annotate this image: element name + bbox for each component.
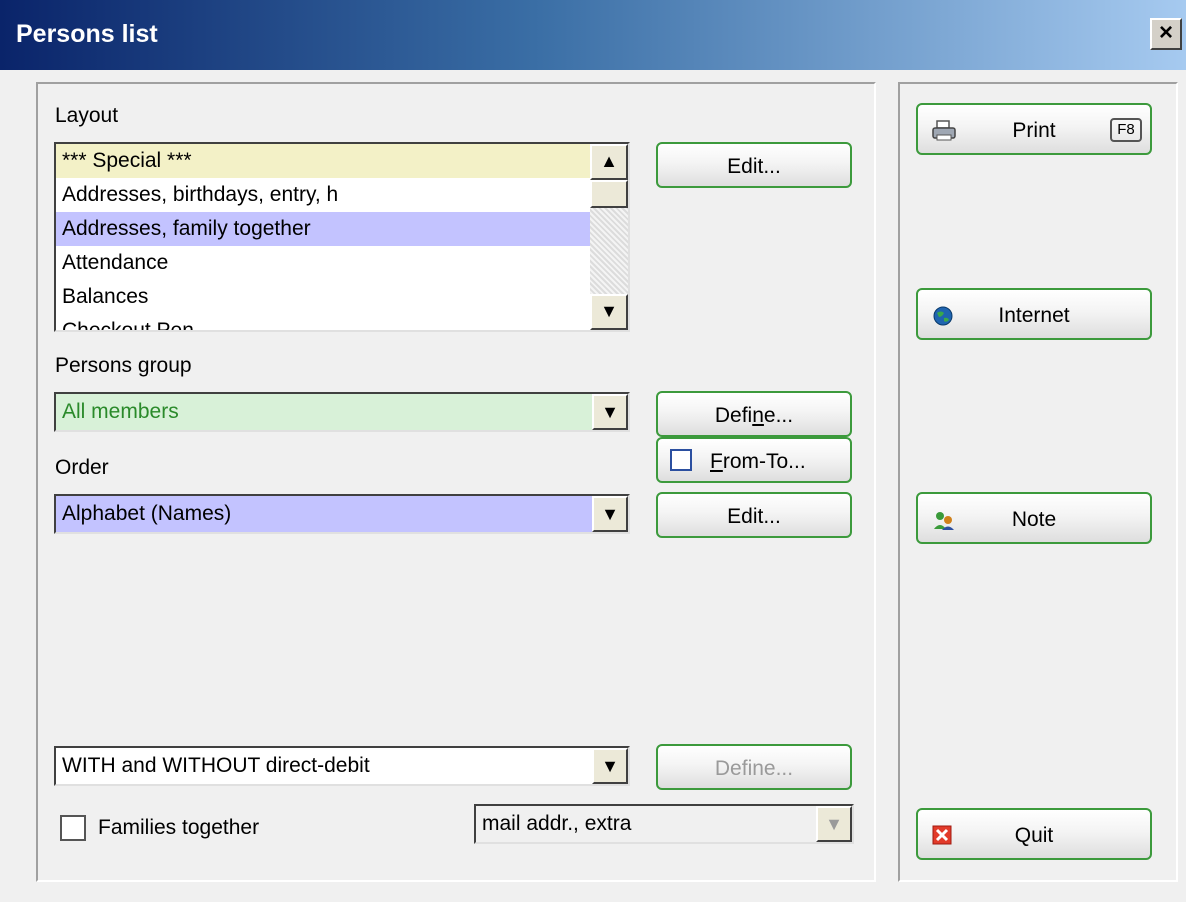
list-item[interactable]: Attendance bbox=[56, 246, 590, 280]
print-shortcut: F8 bbox=[1110, 118, 1142, 142]
scroll-down-button[interactable]: ▼ bbox=[590, 294, 628, 330]
chevron-down-icon: ▼ bbox=[825, 814, 843, 834]
persons-group-select[interactable]: All members ▼ bbox=[54, 392, 630, 432]
define-label: Define... bbox=[658, 404, 850, 428]
persons-group-label-rest: roup bbox=[149, 354, 192, 377]
direct-debit-value: WITH and WITHOUT direct-debit bbox=[62, 754, 370, 777]
chevron-down-icon: ▼ bbox=[601, 756, 619, 776]
persons-group-label: Persons group bbox=[55, 354, 192, 378]
from-to-label: From-To... bbox=[710, 450, 806, 474]
note-button[interactable]: Note bbox=[916, 492, 1152, 544]
mail-address-dropdown-button[interactable]: ▼ bbox=[816, 806, 852, 842]
persons-group-label-text: Persons bbox=[55, 354, 138, 377]
mail-address-select[interactable]: mail addr., extra ▼ bbox=[474, 804, 854, 844]
persons-group-accel: g bbox=[137, 354, 150, 377]
side-panel bbox=[898, 82, 1178, 882]
internet-label: Internet bbox=[998, 304, 1070, 327]
window-title: Persons list bbox=[16, 20, 158, 48]
order-dropdown-button[interactable]: ▼ bbox=[592, 496, 628, 532]
order-edit-button[interactable]: Edit... bbox=[656, 492, 852, 538]
mail-address-value: mail addr., extra bbox=[482, 812, 632, 835]
title-bar: Persons list × bbox=[0, 0, 1186, 70]
close-button[interactable]: × bbox=[1150, 18, 1182, 50]
define-text-rest: e... bbox=[763, 404, 794, 427]
scroll-up-button[interactable]: ▲ bbox=[590, 144, 628, 180]
define-accel: n bbox=[752, 404, 764, 427]
direct-debit-dropdown-button[interactable]: ▼ bbox=[592, 748, 628, 784]
persons-group-dropdown-button[interactable]: ▼ bbox=[592, 394, 628, 430]
direct-debit-select[interactable]: WITH and WITHOUT direct-debit ▼ bbox=[54, 746, 630, 786]
layout-label: Layout bbox=[55, 104, 119, 127]
list-item[interactable]: *** Special *** bbox=[56, 144, 590, 178]
order-edit-label: Edit... bbox=[727, 505, 781, 528]
persons-group-value: All members bbox=[62, 400, 179, 423]
note-label: Note bbox=[1011, 508, 1057, 531]
order-select[interactable]: Alphabet (Names) ▼ bbox=[54, 494, 630, 534]
scroll-thumb[interactable] bbox=[590, 180, 628, 208]
quit-button[interactable]: Quit bbox=[916, 808, 1152, 860]
layout-edit-label: Edit... bbox=[727, 155, 781, 178]
list-item[interactable]: Addresses, family together bbox=[56, 212, 590, 246]
persons-group-define-button[interactable]: Define... bbox=[656, 391, 852, 437]
internet-button[interactable]: Internet bbox=[916, 288, 1152, 340]
define-text: Defi bbox=[714, 404, 753, 427]
direct-debit-define-button[interactable]: Define... bbox=[656, 744, 852, 790]
list-item[interactable]: Balances bbox=[56, 280, 590, 314]
layout-list-items: *** Special *** Addresses, birthdays, en… bbox=[56, 144, 590, 330]
families-together-checkbox[interactable] bbox=[60, 815, 86, 841]
families-together-label: Families together bbox=[98, 816, 260, 839]
layout-scrollbar[interactable]: ▲ ▼ bbox=[590, 144, 628, 330]
layout-listbox[interactable]: *** Special *** Addresses, birthdays, en… bbox=[54, 142, 630, 332]
order-label: Order bbox=[55, 456, 109, 479]
from-to-text: rom-To... bbox=[722, 450, 806, 473]
direct-debit-define-label: Define... bbox=[714, 757, 794, 780]
arrow-up-icon: ▲ bbox=[600, 151, 618, 171]
arrow-down-icon: ▼ bbox=[600, 301, 618, 321]
list-item[interactable]: Addresses, birthdays, entry, h bbox=[56, 178, 590, 212]
list-item[interactable]: Checkout Pen bbox=[56, 314, 590, 330]
layout-edit-button[interactable]: Edit... bbox=[656, 142, 852, 188]
print-button[interactable]: Print F8 bbox=[916, 103, 1152, 155]
order-value: Alphabet (Names) bbox=[62, 502, 232, 525]
from-to-checkbox[interactable] bbox=[670, 449, 692, 471]
from-to-accel: F bbox=[710, 450, 723, 473]
chevron-down-icon: ▼ bbox=[601, 402, 619, 422]
chevron-down-icon: ▼ bbox=[601, 504, 619, 524]
close-icon: × bbox=[1158, 19, 1173, 46]
quit-label: Quit bbox=[1014, 824, 1054, 847]
from-to-button[interactable]: From-To... bbox=[656, 437, 852, 483]
